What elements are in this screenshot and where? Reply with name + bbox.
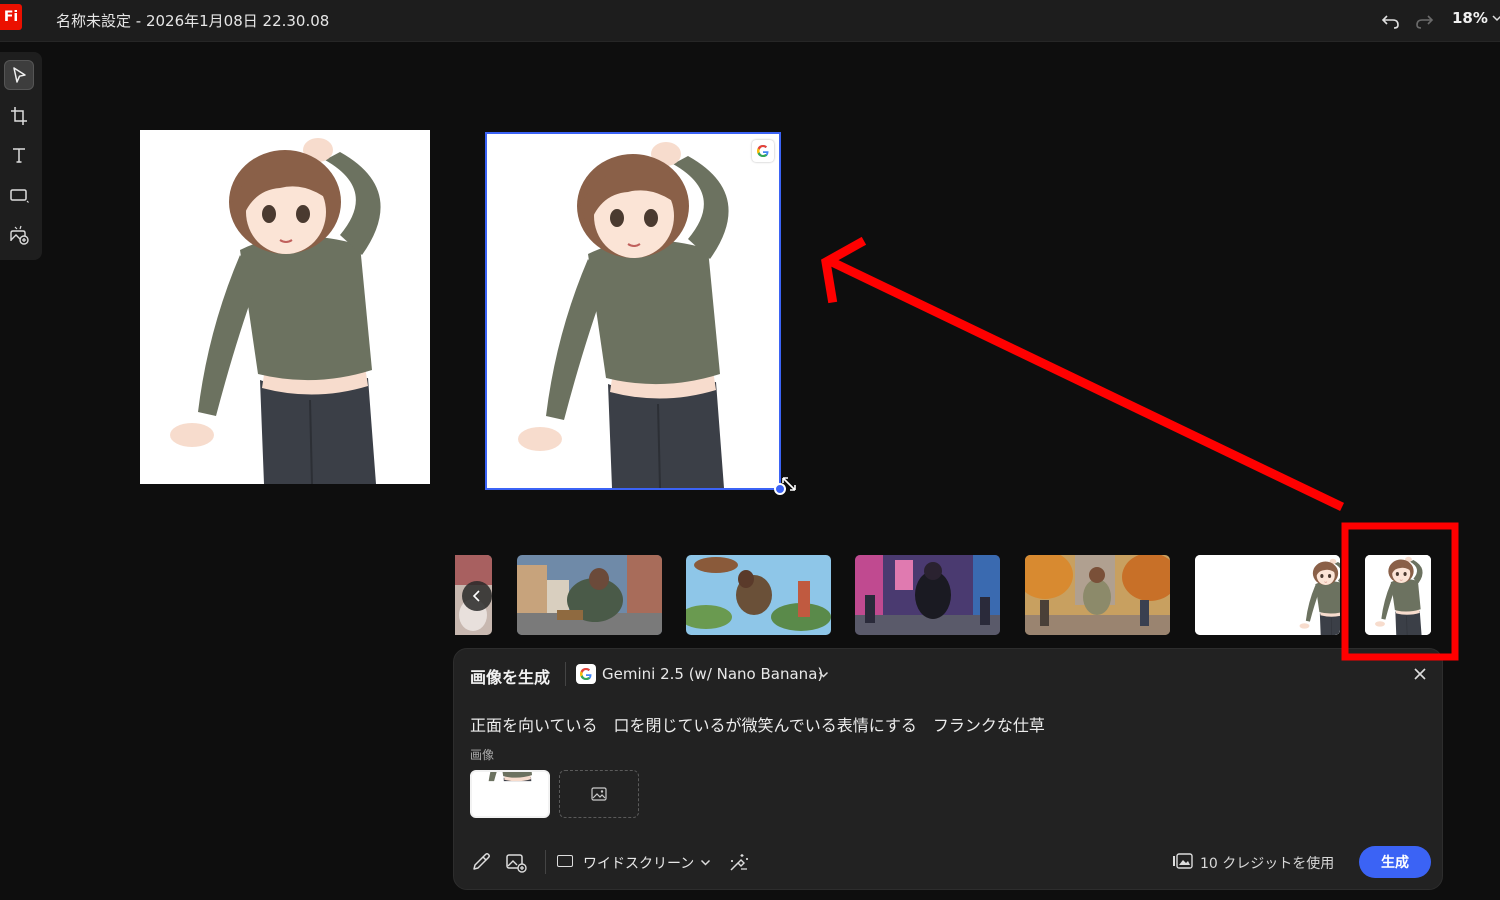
undo-icon[interactable] — [1380, 9, 1402, 31]
text-icon — [13, 148, 25, 163]
thumb-character-closeup[interactable] — [1365, 555, 1431, 635]
image-section-label: 画像 — [470, 748, 495, 762]
generate-button[interactable]: 生成 — [1359, 846, 1431, 878]
thumbnail-image — [1025, 555, 1170, 635]
annotation-arrow-shaft — [825, 255, 1345, 512]
model-selector-icon[interactable] — [576, 664, 596, 684]
document-title[interactable]: 名称未設定 - 2026年1月08日 22.30.08 — [56, 10, 329, 31]
google-icon — [757, 145, 769, 157]
zoom-level[interactable]: 18% — [1452, 9, 1488, 27]
title-bar: Fi 名称未設定 - 2026年1月08日 22.30.08 18% — [0, 0, 1500, 42]
pointer-icon — [13, 67, 26, 83]
eyedropper-icon[interactable] — [470, 851, 492, 873]
thumbnail-image — [517, 555, 662, 635]
frame-tool[interactable] — [4, 100, 34, 130]
chevron-down-icon[interactable] — [818, 669, 829, 680]
add-reference-image-button[interactable] — [559, 770, 639, 818]
aspect-ratio-selector[interactable]: ワイドスクリーン — [583, 853, 694, 873]
chevron-down-icon[interactable] — [700, 857, 711, 868]
chevron-left-icon — [472, 590, 480, 602]
style-reference-icon[interactable] — [505, 851, 527, 873]
artboard-icon — [11, 107, 27, 125]
model-selector[interactable]: Gemini 2.5 (w/ Nano Banana) — [602, 665, 823, 683]
google-icon — [580, 668, 592, 680]
strip-previous-button[interactable] — [462, 581, 492, 611]
panel-title: 画像を生成 — [470, 668, 551, 687]
rectangle-icon — [10, 189, 29, 203]
reference-image-thumbnail — [472, 772, 547, 816]
chevron-down-icon[interactable] — [1492, 13, 1500, 23]
image-icon — [591, 787, 607, 801]
text-tool[interactable] — [4, 140, 34, 170]
app-window: Fi 名称未設定 - 2026年1月08日 22.30.08 18% 画像を生成… — [0, 0, 1500, 900]
canvas-image-original[interactable] — [140, 130, 430, 484]
tool-panel — [0, 52, 42, 260]
image-generate-icon — [10, 225, 29, 245]
thumb-autumn-street[interactable] — [1025, 555, 1170, 635]
annotation-arrow-head — [821, 236, 867, 304]
credits-icon — [1173, 853, 1193, 869]
generate-image-panel: 画像を生成 Gemini 2.5 (w/ Nano Banana) 正面を向いて… — [453, 648, 1443, 890]
thumb-city-sitting[interactable] — [517, 555, 662, 635]
divider — [565, 662, 566, 686]
anime-character-image — [140, 130, 430, 484]
close-icon[interactable] — [1412, 666, 1428, 682]
prompt-input[interactable]: 正面を向いている 口を閉じているが微笑んでいる表情にする フランクな仕草 — [470, 712, 1045, 736]
anime-character-image — [487, 134, 779, 488]
google-badge — [752, 140, 774, 162]
credits-label: 10 クレジットを使用 — [1200, 856, 1335, 872]
thumb-neon-street[interactable] — [855, 555, 1000, 635]
thumbnail-image — [855, 555, 1000, 635]
redo-icon[interactable] — [1413, 9, 1435, 31]
resize-cursor-icon — [782, 477, 796, 491]
app-logo[interactable]: Fi — [0, 4, 22, 30]
thumbnail-image — [686, 555, 831, 635]
reference-image[interactable] — [470, 770, 550, 818]
generate-image-tool[interactable] — [4, 220, 34, 250]
shape-tool[interactable] — [4, 180, 34, 210]
canvas-image-generated[interactable] — [487, 134, 779, 488]
effects-icon[interactable] — [728, 851, 750, 873]
divider — [545, 850, 546, 874]
select-tool[interactable] — [4, 60, 34, 90]
thumb-floating-island[interactable] — [686, 555, 831, 635]
thumb-character-white[interactable] — [1195, 555, 1340, 635]
thumbnail-image — [1365, 555, 1431, 635]
aspect-ratio-icon[interactable] — [557, 855, 573, 867]
thumbnail-image — [1195, 555, 1340, 635]
